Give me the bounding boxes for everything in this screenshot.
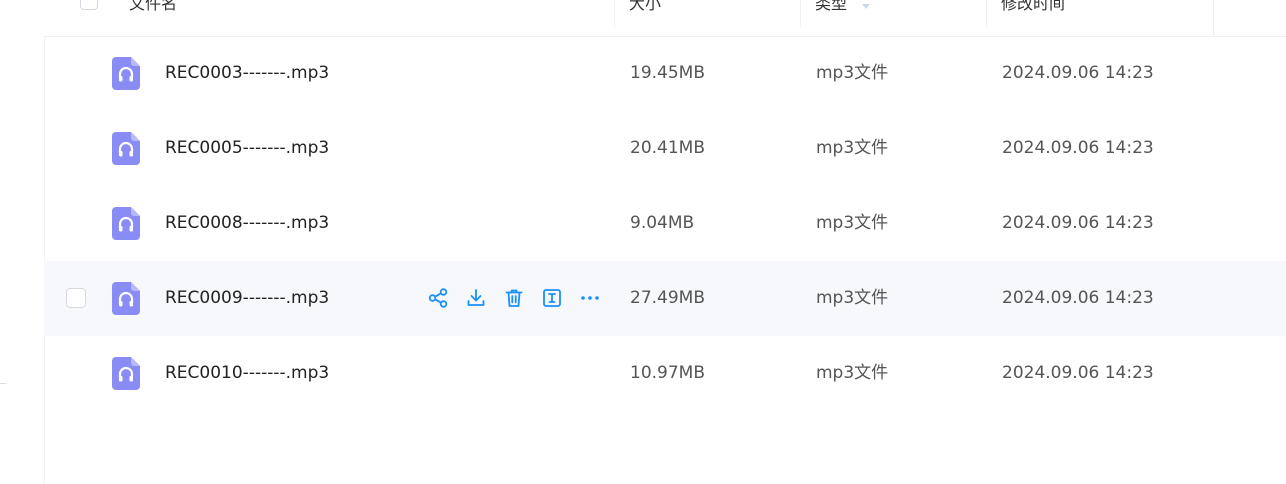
file-name[interactable]: REC0010-------.mp3 xyxy=(165,336,329,411)
file-name[interactable]: REC0003-------.mp3 xyxy=(165,36,329,111)
file-name[interactable]: REC0005-------.mp3 xyxy=(165,111,329,186)
table-row[interactable]: REC0008-------.mp3 9.04MB mp3文件 2024.09.… xyxy=(44,186,1286,261)
download-icon[interactable] xyxy=(465,287,487,309)
column-header-date[interactable]: 修改时间 xyxy=(985,0,1066,27)
left-pane xyxy=(0,0,45,484)
audio-file-icon xyxy=(112,57,140,90)
more-icon[interactable] xyxy=(579,287,601,309)
file-modified-date: 2024.09.06 14:23 xyxy=(1002,138,1154,158)
file-type: mp3文件 xyxy=(816,363,889,383)
file-size: 9.04MB xyxy=(630,213,695,233)
table-row[interactable]: REC0009-------.mp3 27.49MB mp3文件 2024.09… xyxy=(44,261,1286,336)
column-header-type[interactable]: 类型 xyxy=(799,0,871,27)
file-name[interactable]: REC0009-------.mp3 xyxy=(165,261,329,336)
audio-file-icon xyxy=(112,132,140,165)
column-header-date-label: 修改时间 xyxy=(1001,0,1066,13)
share-icon[interactable] xyxy=(427,287,449,309)
file-size: 19.45MB xyxy=(630,63,705,83)
table-header: 文件名 大小 类型 修改时间 xyxy=(44,0,1286,37)
file-modified-date: 2024.09.06 14:23 xyxy=(1002,363,1154,383)
table-row[interactable]: REC0010-------.mp3 10.97MB mp3文件 2024.09… xyxy=(44,336,1286,411)
file-size: 27.49MB xyxy=(630,288,705,308)
file-modified-date: 2024.09.06 14:23 xyxy=(1002,288,1154,308)
file-size: 20.41MB xyxy=(630,138,705,158)
file-name[interactable]: REC0008-------.mp3 xyxy=(165,186,329,261)
file-type: mp3文件 xyxy=(816,63,889,83)
column-header-type-label: 类型 xyxy=(815,0,848,13)
rename-icon[interactable] xyxy=(541,287,563,309)
sort-icon[interactable] xyxy=(862,0,871,17)
left-pane-divider xyxy=(0,383,6,384)
file-modified-date: 2024.09.06 14:23 xyxy=(1002,213,1154,233)
column-header-name-label: 文件名 xyxy=(129,0,178,13)
audio-file-icon xyxy=(112,207,140,240)
file-type: mp3文件 xyxy=(816,288,889,308)
file-type: mp3文件 xyxy=(816,138,889,158)
audio-file-icon xyxy=(112,282,140,315)
file-modified-date: 2024.09.06 14:23 xyxy=(1002,63,1154,83)
row-checkbox[interactable] xyxy=(66,288,86,308)
table-row[interactable]: REC0003-------.mp3 19.45MB mp3文件 2024.09… xyxy=(44,36,1286,111)
column-header-size-label: 大小 xyxy=(629,0,662,13)
trash-icon[interactable] xyxy=(503,287,525,309)
column-header-name[interactable]: 文件名 xyxy=(129,0,177,27)
header-divider xyxy=(1213,0,1214,36)
file-size: 10.97MB xyxy=(630,363,705,383)
audio-file-icon xyxy=(112,357,140,390)
table-row[interactable]: REC0005-------.mp3 20.41MB mp3文件 2024.09… xyxy=(44,111,1286,186)
file-type: mp3文件 xyxy=(816,213,889,233)
select-all-checkbox[interactable] xyxy=(80,0,98,10)
column-header-size[interactable]: 大小 xyxy=(613,0,662,27)
